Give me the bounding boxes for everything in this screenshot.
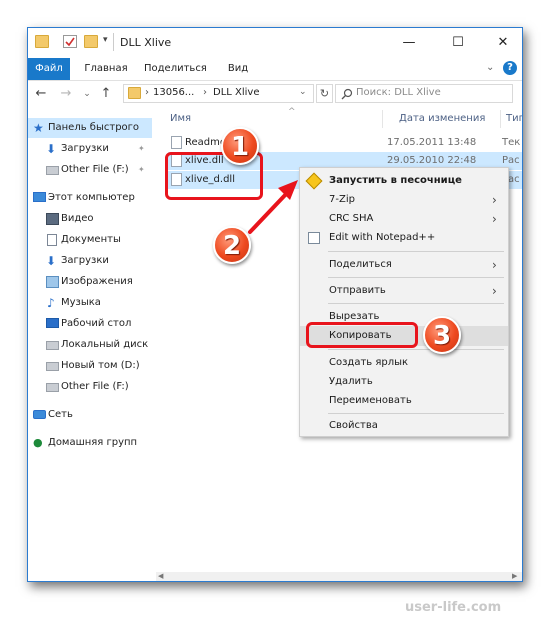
watermark: user-life.com [405, 600, 502, 615]
step-badge-3: 3 [423, 316, 461, 354]
annotation-arrow [248, 180, 298, 234]
step-badge-1: 1 [221, 127, 259, 165]
step-badge-2: 2 [213, 226, 251, 264]
